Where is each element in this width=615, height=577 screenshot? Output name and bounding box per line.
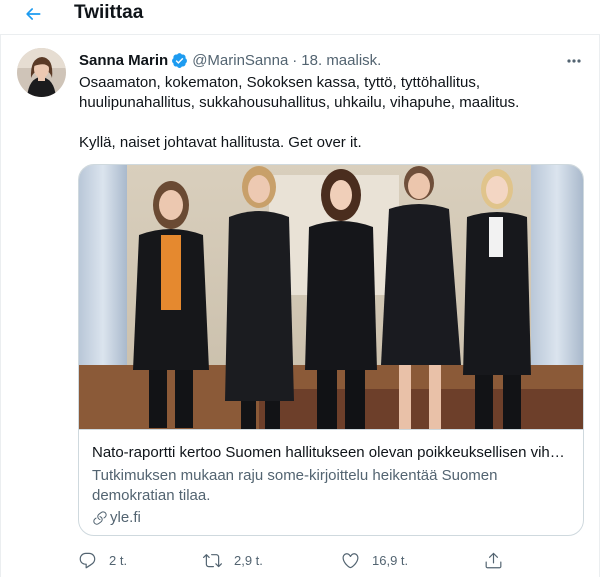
share-icon bbox=[485, 552, 502, 568]
back-button[interactable] bbox=[18, 0, 48, 28]
tweet-text: Osaamaton, kokematon, Sokoksen kassa, ty… bbox=[79, 73, 584, 153]
card-description: Tutkimuksen mukaan raju some-kirjoittelu… bbox=[92, 467, 498, 504]
card-image bbox=[79, 165, 583, 429]
column-border-left bbox=[0, 34, 1, 577]
link-icon bbox=[92, 510, 108, 526]
like-count: 16,9 t. bbox=[372, 552, 409, 568]
card-domain-text: yle.fi bbox=[110, 509, 141, 526]
reply-icon bbox=[79, 552, 96, 568]
more-options-button[interactable] bbox=[562, 52, 586, 70]
link-preview-card[interactable]: Nato-raportti kertoo Suomen hallitukseen… bbox=[78, 164, 584, 536]
arrow-left-icon bbox=[26, 8, 41, 20]
card-divider bbox=[79, 429, 583, 430]
reply-button[interactable]: 2 t. bbox=[78, 546, 127, 574]
tweet-date[interactable]: 18. maalisk. bbox=[301, 52, 381, 69]
tweet-meta: Sanna Marin @MarinSanna · 18. maalisk. bbox=[79, 52, 381, 69]
retweet-icon bbox=[203, 553, 222, 567]
author-handle[interactable]: @MarinSanna bbox=[192, 52, 288, 69]
tweet-actions: 2 t. 2,9 t. 16,9 t. bbox=[0, 546, 600, 574]
more-dots-icon bbox=[567, 59, 581, 63]
page-header: Twiittaa bbox=[0, 0, 600, 34]
tweet-text-line: Kyllä, naiset johtavat hallitusta. Get o… bbox=[79, 134, 362, 151]
like-button[interactable]: 16,9 t. bbox=[341, 546, 408, 574]
author-avatar[interactable] bbox=[17, 48, 66, 97]
tweet-text-line: huulipunahallitus, sukkahousuhallitus, u… bbox=[79, 94, 520, 111]
retweet-button[interactable]: 2,9 t. bbox=[203, 546, 263, 574]
heart-icon bbox=[342, 552, 359, 568]
card-title: Nato-raportti kertoo Suomen hallitukseen… bbox=[92, 444, 572, 461]
reply-count: 2 t. bbox=[109, 552, 128, 568]
author-name[interactable]: Sanna Marin bbox=[79, 52, 168, 69]
verified-badge-icon bbox=[171, 52, 188, 69]
page-title: Twiittaa bbox=[74, 2, 144, 23]
share-button[interactable] bbox=[484, 546, 503, 574]
divider bbox=[0, 34, 600, 35]
column-border-right bbox=[599, 34, 600, 577]
card-domain: yle.fi bbox=[92, 509, 141, 526]
meta-separator: · bbox=[292, 52, 298, 69]
tweet-text-line: Osaamaton, kokematon, Sokoksen kassa, ty… bbox=[79, 74, 481, 91]
retweet-count: 2,9 t. bbox=[234, 552, 263, 568]
